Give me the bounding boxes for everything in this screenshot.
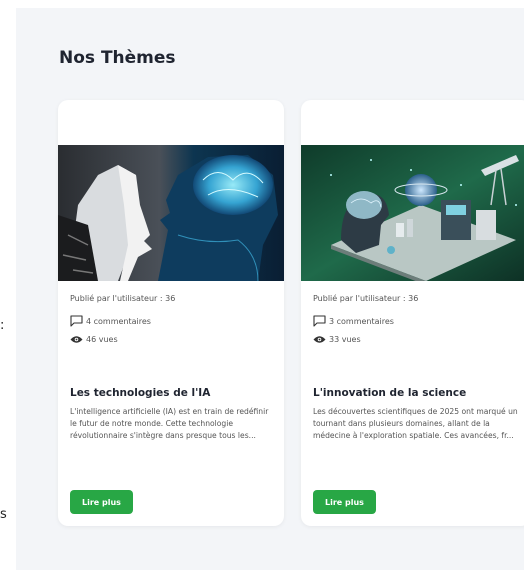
comment-icon [313,315,326,327]
eye-icon [313,336,326,343]
card-excerpt: Les découvertes scientifiques de 2025 on… [313,407,518,440]
card-image[interactable] [301,145,524,281]
views-count: 46 vues [70,335,118,344]
themes-panel: Nos Thèmes Publié par l'utilisateur: 36… [16,8,524,570]
card-image[interactable] [58,145,284,281]
published-by: Publié par l'utilisateur : 36 [70,294,176,303]
comments-label: 3 commentaires [329,316,394,326]
comment-icon [70,315,83,327]
read-more-button[interactable]: Lire plus [70,490,133,514]
theme-card: Publié par l'utilisateur : 36 4 commenta… [58,100,284,526]
card-title: Les technologies de l'IA [70,387,211,399]
edge-text-fragment: s [0,507,7,522]
card-excerpt: L'intelligence artificielle (IA) est en … [70,407,269,440]
eye-icon [70,336,83,343]
comments-label: 4 commentaires [86,316,151,326]
card-title: L'innovation de la science [313,387,467,399]
section-title: Nos Thèmes [59,48,176,68]
views-count: 33 vues [313,335,361,344]
views-label: 33 vues [329,335,361,344]
comments-count: 3 commentaires [313,315,394,327]
published-by: Publié par l'utilisateur : 36 [313,294,419,303]
views-label: 46 vues [86,335,118,344]
edge-text-fragment: : [0,318,5,333]
comments-count: 4 commentaires [70,315,151,327]
read-more-button[interactable]: Lire plus [313,490,376,514]
theme-card: Publié par l'utilisateur : 36 3 commenta… [301,100,524,526]
